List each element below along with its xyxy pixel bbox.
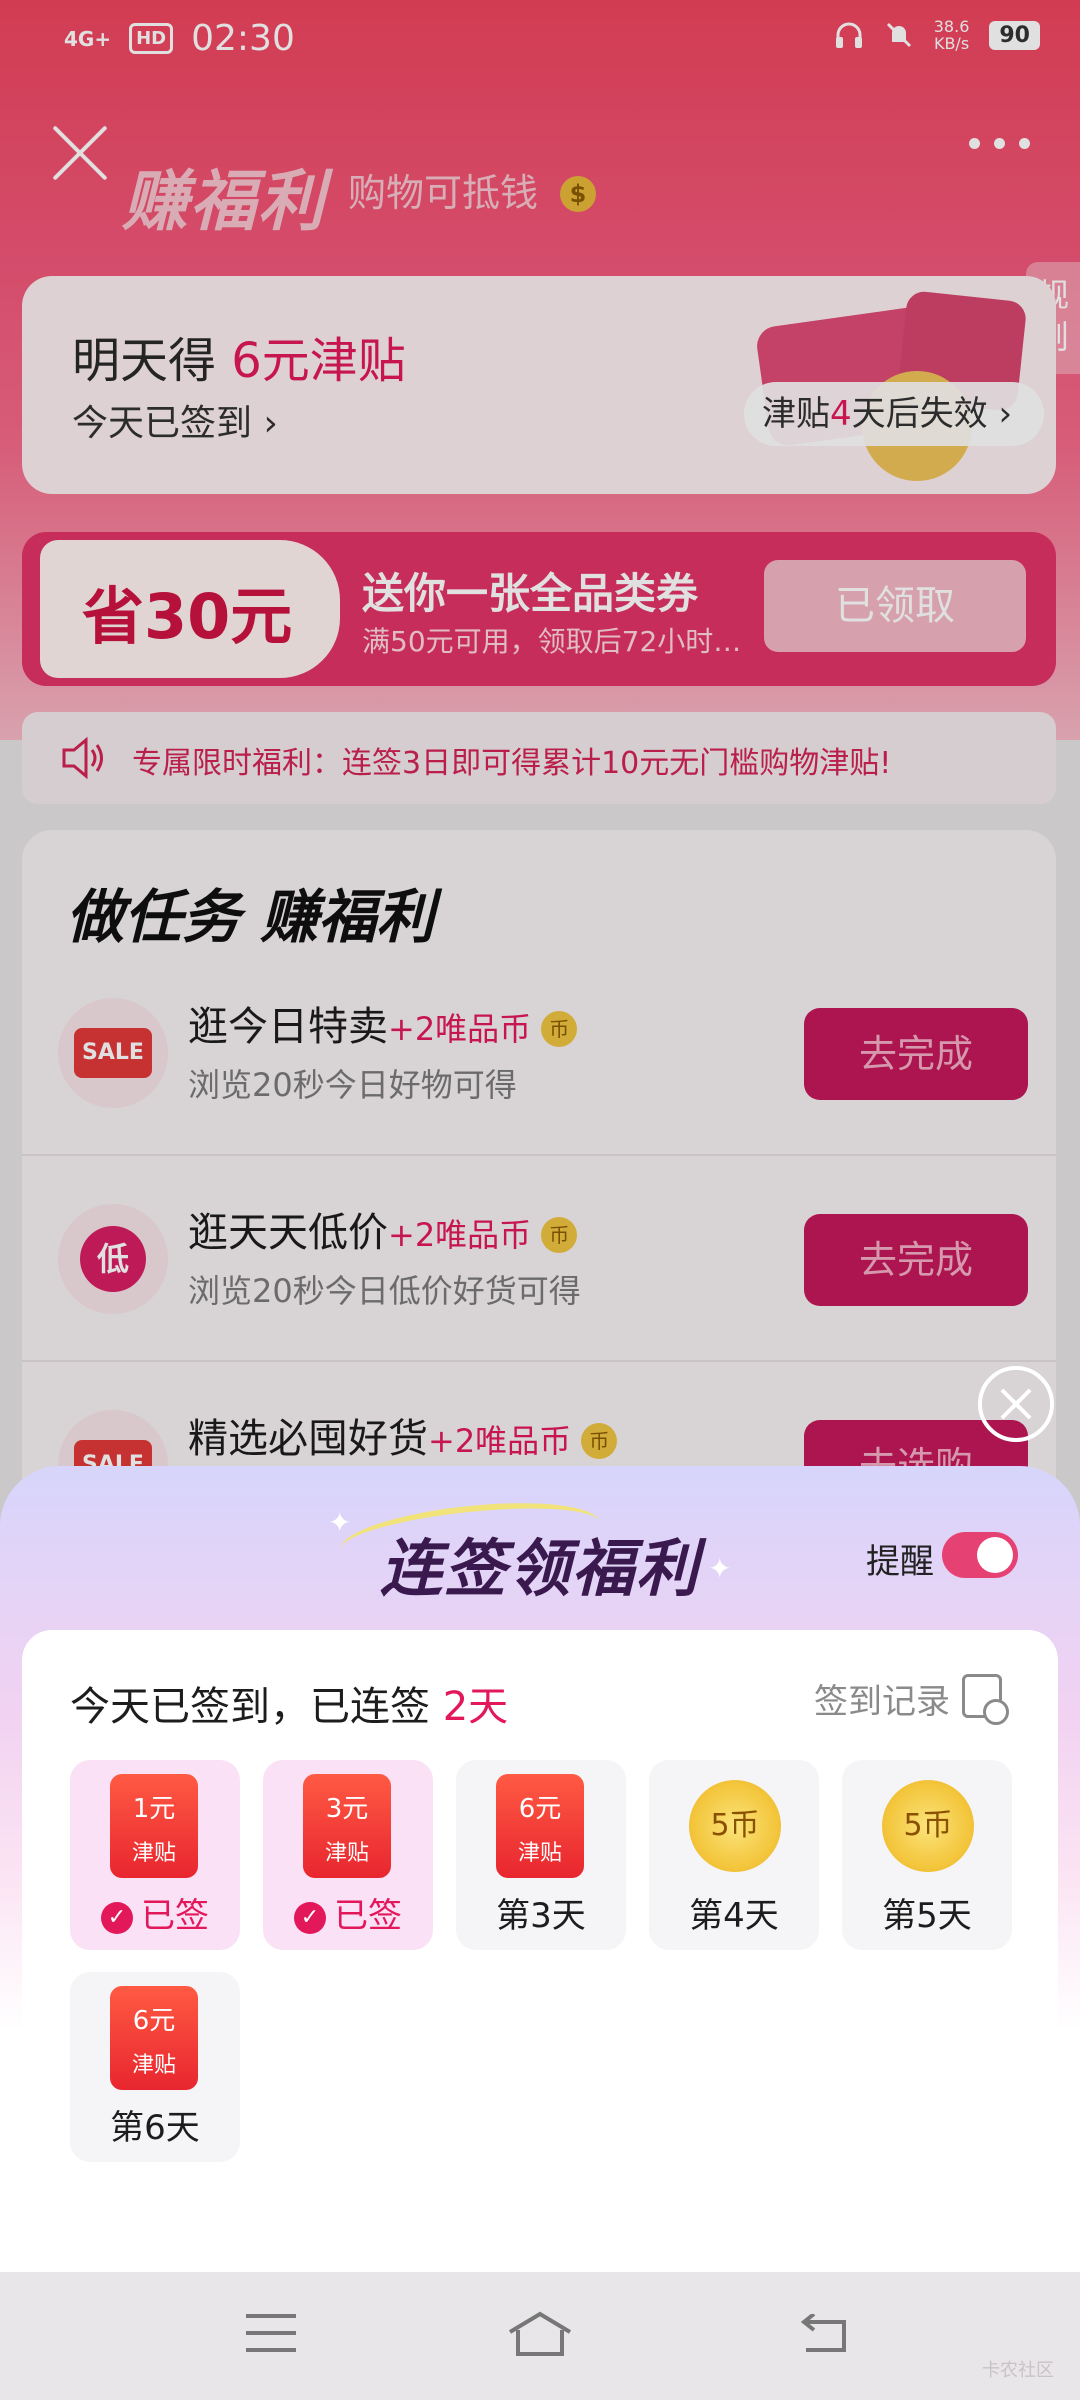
subsidy-ticket-icon: 3元 津贴 [303,1774,391,1878]
menu-icon[interactable] [246,2314,296,2354]
day-label: 第4天 [689,1896,779,1936]
sheet-title: 连签领福利 [380,1532,701,1605]
sign-in-record-link[interactable]: 签到记录 [814,1674,950,1723]
watermark: 卡农社区 [982,2360,1054,2381]
subsidy-ticket-icon: 6元 津贴 [110,1986,198,2090]
home-icon[interactable] [506,2310,574,2358]
sparkle-icon: ✦ [328,1506,352,1539]
sign-in-sheet: ✦ ✦ 连签领福利 提醒 今天已签到，已连签 2天 签到记录 1元 津贴 ✓ 已签 … [0,1466,1080,2290]
close-sheet-icon[interactable] [978,1366,1054,1442]
sign-in-card: 今天已签到，已连签 2天 签到记录 1元 津贴 ✓ 已签 3元 津贴 ✓ 已签 6元 津贴… [22,1630,1058,2290]
day-label: ✓ 已签 [263,1888,433,1937]
day-tile-4: 5币 第4天 [649,1760,819,1950]
gold-coin-icon: 5币 [689,1780,781,1872]
sparkle-icon: ✦ [708,1552,732,1585]
day-label: ✓ 已签 [70,1888,240,1937]
remind-toggle[interactable] [942,1532,1018,1578]
day-label: 第6天 [110,2108,200,2148]
subsidy-ticket-icon: 1元 津贴 [110,1774,198,1878]
day-tile-2: 3元 津贴 ✓ 已签 [263,1760,433,1950]
day-label: 第3天 [496,1896,586,1936]
system-nav-bar [0,2272,1080,2400]
check-icon: ✓ [101,1901,133,1934]
gold-coin-icon: 5币 [882,1780,974,1872]
day-tile-1: 1元 津贴 ✓ 已签 [70,1760,240,1950]
back-icon[interactable] [798,2314,850,2354]
remind-label: 提醒 [866,1542,934,1582]
check-icon: ✓ [294,1901,326,1934]
record-clock-icon[interactable] [962,1674,1009,1725]
day-tile-3: 6元 津贴 第3天 [456,1760,626,1950]
subsidy-ticket-icon: 6元 津贴 [496,1774,584,1878]
day-tile-5: 5币 第5天 [842,1760,1012,1950]
day-label: 第5天 [882,1896,972,1936]
streak-status: 今天已签到，已连签 2天 [70,1684,509,1730]
day-tile-6: 6元 津贴 第6天 [70,1972,240,2162]
